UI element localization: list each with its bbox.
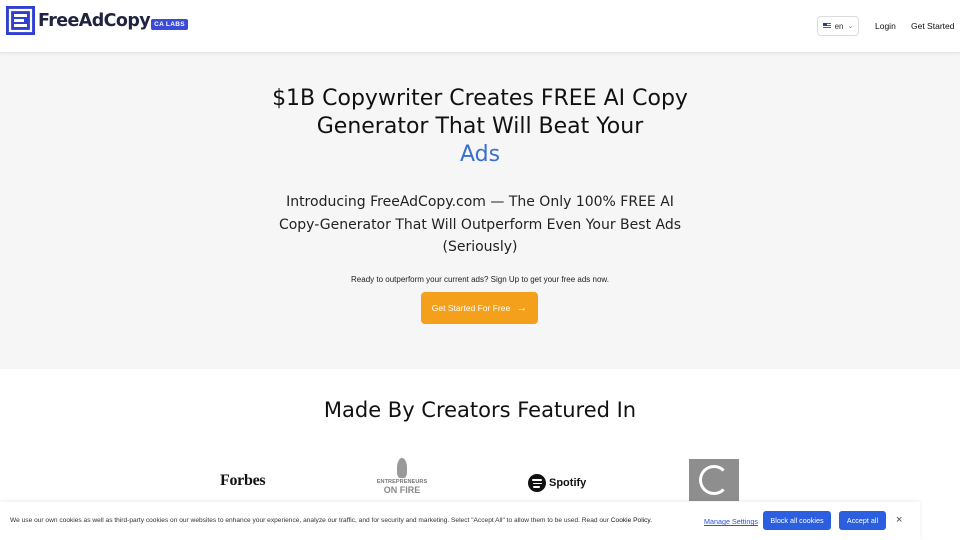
c-logo — [689, 459, 739, 501]
top-header: FreeAdCopy CA LABS en ⌄ Login Get Starte… — [0, 0, 960, 53]
hero-title: $1B Copywriter Creates FREE AI Copy Gene… — [0, 85, 960, 169]
accept-all-button[interactable]: Accept all — [839, 511, 886, 530]
cookie-message: We use our own cookies as well as third-… — [10, 517, 611, 524]
cookie-text: We use our own cookies as well as third-… — [10, 517, 653, 524]
hero-title-accent: Ads — [459, 142, 501, 167]
logo-mark-icon — [6, 6, 35, 35]
hero-section: $1B Copywriter Creates FREE AI Copy Gene… — [0, 53, 960, 369]
get-started-free-button[interactable]: Get Started For Free → — [421, 292, 538, 324]
logo[interactable]: FreeAdCopy CA LABS — [6, 6, 188, 35]
eof-line2: ON FIRE — [383, 485, 421, 495]
flame-icon — [397, 458, 407, 478]
language-select[interactable]: en ⌄ — [817, 16, 859, 36]
spotify-text: Spotify — [549, 477, 587, 489]
get-started-link[interactable]: Get Started — [911, 21, 954, 31]
c-ring-icon — [699, 465, 729, 495]
featured-title: Made By Creators Featured In — [323, 398, 637, 422]
hero-title-line2: Generator That Will Beat Your — [316, 114, 644, 139]
hero-note: Ready to outperform your current ads? Si… — [351, 275, 609, 284]
language-value: en — [834, 21, 844, 31]
spotify-icon — [528, 474, 546, 492]
logo-badge: CA LABS — [151, 19, 188, 30]
block-all-cookies-button[interactable]: Block all cookies — [763, 511, 831, 530]
spotify-logo: Spotify — [528, 474, 586, 492]
forbes-logo: Forbes — [220, 472, 266, 489]
cookie-banner: We use our own cookies as well as third-… — [0, 502, 920, 540]
manage-settings-link[interactable]: Manage Settings — [704, 517, 758, 526]
cta-label: Get Started For Free — [431, 303, 511, 313]
arrow-right-icon: → — [516, 302, 528, 314]
entrepreneurs-on-fire-logo: ENTREPRENEURS ON FIRE — [372, 458, 432, 495]
cookie-policy-link[interactable]: Cookie Policy — [611, 517, 650, 524]
logo-text: FreeAdCopy — [38, 10, 151, 31]
hero-title-line1: $1B Copywriter Creates FREE AI Copy — [272, 86, 688, 111]
hero-subtitle: Introducing FreeAdCopy.com — The Only 10… — [278, 194, 682, 255]
us-flag-icon — [822, 23, 831, 29]
close-icon[interactable]: × — [896, 514, 902, 526]
chevron-down-icon: ⌄ — [847, 23, 854, 30]
login-link[interactable]: Login — [875, 21, 896, 31]
